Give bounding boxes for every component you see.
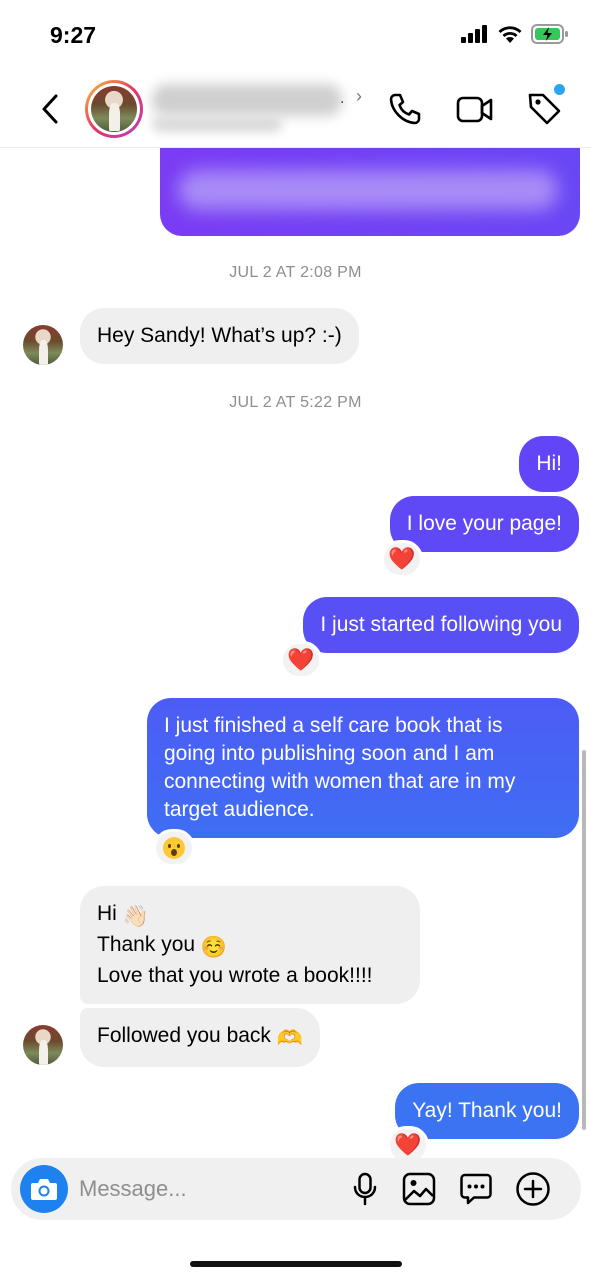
gallery-button[interactable]: [401, 1171, 437, 1207]
message-bubble-outgoing[interactable]: I love your page!: [389, 496, 579, 552]
message-bubble-outgoing[interactable]: I just started following you: [303, 597, 579, 653]
surprised-face-icon: [163, 837, 185, 859]
cellular-signal-icon: [461, 25, 487, 43]
video-camera-icon[interactable]: [456, 90, 494, 128]
heart-icon: ❤️: [388, 546, 416, 571]
microphone-button[interactable]: [347, 1171, 383, 1207]
message-bubble-incoming[interactable]: Followed you back 🫶: [80, 1008, 320, 1067]
reaction-heart[interactable]: ❤️: [381, 540, 423, 578]
scrollbar[interactable]: [582, 750, 586, 1130]
avatar-photo: [91, 86, 137, 132]
message-bubble-incoming[interactable]: Hi 👋🏻 Thank you ☺️ Love that you wrote a…: [80, 886, 420, 1004]
status-bar: 9:27: [0, 0, 591, 70]
chevron-right-icon[interactable]: ›: [356, 86, 362, 107]
camera-icon: [31, 1179, 57, 1200]
contact-name-redacted[interactable]: [152, 84, 342, 116]
message-bubble-outgoing[interactable]: I just finished a self care book that is…: [147, 698, 579, 838]
chevron-left-icon[interactable]: [34, 92, 68, 126]
waving-hand-icon: 👋🏻: [122, 905, 149, 928]
reaction-heart[interactable]: ❤️: [280, 641, 322, 679]
reaction-wow[interactable]: [153, 829, 195, 867]
heart-hands-icon: 🫶: [276, 1027, 303, 1050]
message-input[interactable]: [79, 1173, 329, 1205]
home-indicator[interactable]: [190, 1261, 402, 1267]
microphone-icon: [353, 1172, 377, 1206]
tag-icon[interactable]: [526, 90, 564, 128]
gallery-icon: [402, 1172, 436, 1206]
notification-dot: [554, 84, 565, 95]
phone-icon[interactable]: [386, 90, 424, 128]
blurred-outgoing-message[interactable]: [160, 148, 580, 236]
message-composer: [11, 1158, 581, 1220]
battery-charging-icon: [531, 24, 568, 44]
avatar[interactable]: [23, 1025, 63, 1065]
status-time: 9:27: [50, 22, 97, 48]
smiling-face-icon: ☺️: [200, 936, 228, 959]
chat-header: . ›: [0, 70, 591, 148]
plus-icon: [516, 1172, 550, 1206]
name-overflow-dot: .: [340, 90, 345, 107]
wifi-icon: [498, 25, 522, 43]
status-icons: [461, 24, 569, 44]
heart-icon: ❤️: [394, 1132, 422, 1157]
sticker-icon: [460, 1173, 492, 1205]
chat-thread[interactable]: JUL 2 AT 2:08 PM Hey Sandy! What’s up? :…: [0, 148, 591, 1164]
plus-button[interactable]: [515, 1171, 551, 1207]
camera-button[interactable]: [20, 1165, 68, 1213]
message-bubble-outgoing[interactable]: Hi!: [519, 436, 579, 492]
timestamp: JUL 2 AT 5:22 PM: [229, 394, 362, 411]
avatar[interactable]: [23, 325, 63, 365]
sticker-button[interactable]: [458, 1171, 494, 1207]
heart-icon: ❤️: [287, 647, 315, 672]
contact-status-redacted: [152, 116, 282, 132]
timestamp: JUL 2 AT 2:08 PM: [229, 264, 362, 281]
message-bubble-incoming[interactable]: Hey Sandy! What’s up? :-): [80, 308, 359, 364]
contact-avatar[interactable]: [85, 80, 143, 138]
